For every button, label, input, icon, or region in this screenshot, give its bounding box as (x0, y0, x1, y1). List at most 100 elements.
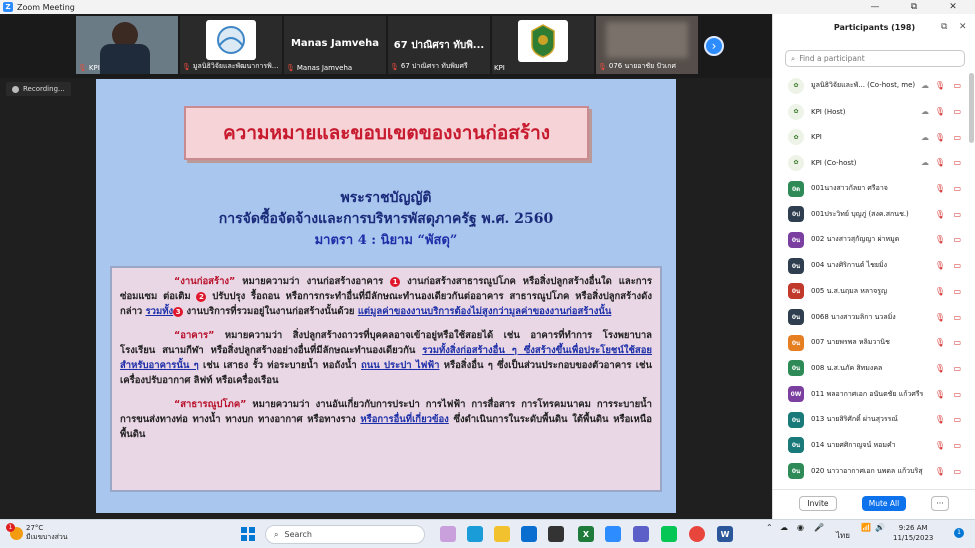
video-off-icon[interactable]: ▭ (953, 287, 961, 296)
participant-row[interactable]: 0น 013 นายสิริศักดิ์ ผ่านสุวรรณ์ 🎙 ▭ (773, 407, 969, 433)
participant-row[interactable]: ✿ KPI 🎙 ▭ ☁ (773, 124, 969, 150)
mic-muted-icon[interactable]: 🎙 (935, 415, 945, 424)
input-language[interactable]: ไทย (836, 529, 850, 542)
video-off-icon[interactable]: ▭ (953, 415, 961, 424)
teams-icon[interactable] (633, 526, 649, 542)
mic-muted-icon[interactable]: 🎙 (935, 261, 945, 270)
video-off-icon[interactable]: ▭ (953, 390, 961, 399)
weather-widget[interactable]: 1 27°C มีเมฆบางส่วน (6, 522, 68, 542)
popout-icon[interactable]: ⧉ (941, 22, 947, 32)
video-tile[interactable]: 67 ปาณิศรา ทับพิ... 🎙 67 ปาณิศรา ทับพิมศร… (388, 16, 490, 74)
word-icon[interactable]: W (717, 526, 733, 542)
windows-taskbar: 1 27°C มีเมฆบางส่วน ⌕ Search X W ⌃ ☁ ◉ 🎤… (0, 519, 975, 548)
mic-muted-icon[interactable]: 🎙 (935, 210, 945, 219)
mail-icon[interactable] (521, 526, 537, 542)
participant-row[interactable]: 0น 014 นายศศิกาญจน์ หอมคำ 🎙 ▭ (773, 433, 969, 459)
line-icon[interactable] (661, 526, 677, 542)
participant-row[interactable]: 0ด 001นางสาวกัลยา ศรีอาจ 🎙 ▭ (773, 176, 969, 202)
edge-browser-icon[interactable] (467, 526, 483, 542)
participant-row[interactable]: 0W 011 พลอากาศเอก อนันตชัย แก้วศรีราม 🎙 ▭ (773, 381, 969, 407)
video-off-icon[interactable]: ▭ (953, 133, 961, 142)
file-explorer-icon[interactable] (494, 526, 510, 542)
video-tile[interactable]: 🎙 KPI (76, 16, 178, 74)
tray-cloud-icon[interactable]: ☁ (780, 523, 788, 532)
video-off-icon[interactable]: ▭ (953, 364, 961, 373)
video-off-icon[interactable]: ▭ (953, 158, 961, 167)
video-off-icon[interactable]: ▭ (953, 467, 961, 476)
taskbar-clock[interactable]: 9:26 AM 11/15/2023 (893, 523, 933, 543)
excel-icon[interactable]: X (578, 526, 594, 542)
video-off-icon[interactable]: ▭ (953, 313, 961, 322)
invite-button[interactable]: Invite (799, 496, 837, 511)
video-off-icon[interactable]: ▭ (953, 210, 961, 219)
wifi-icon[interactable]: 📶 (861, 523, 871, 532)
maximize-button[interactable]: ⧉ (899, 0, 929, 14)
participant-row[interactable]: 0น 0068 นางสาวมลิกา นวลมิ่ง 🎙 ▭ (773, 304, 969, 330)
more-options-button[interactable]: ··· (931, 496, 949, 511)
participant-row[interactable]: 0น 020 นาวาอากาศเอก นพดล แก้วบริสุ... 🎙 ▭ (773, 458, 969, 484)
mic-muted-icon[interactable]: 🎙 (935, 184, 945, 193)
participant-row[interactable]: 0น 007 นายพรพล หลิมวานิช 🎙 ▭ (773, 330, 969, 356)
next-page-button[interactable]: › (704, 36, 724, 56)
participant-row[interactable]: ✿ KPI (Co-host) 🎙 ▭ ☁ (773, 150, 969, 176)
tray-mic-icon[interactable]: 🎤 (814, 523, 824, 532)
tray-chevron-up-icon[interactable]: ⌃ (766, 523, 773, 532)
shared-screen-slide: ความหมายและขอบเขตของงานก่อสร้าง พระราชบั… (96, 79, 676, 513)
close-panel-icon[interactable]: ✕ (959, 22, 967, 32)
video-off-icon[interactable]: ▭ (953, 338, 961, 347)
participant-row[interactable]: 0ป 001ประวิทย์ บุญภู่ (สงค.สกนช.) 🎙 ▭ (773, 201, 969, 227)
avatar: 0น (788, 231, 804, 248)
video-tile[interactable]: Manas Jamveha 🎙 Manas Jamveha (284, 16, 386, 74)
participant-search-input[interactable]: ⌕ Find a participant (785, 50, 965, 67)
recording-indicator[interactable]: Recording... (6, 82, 71, 96)
mic-muted-icon[interactable]: 🎙 (935, 287, 945, 296)
video-off-icon[interactable]: ▭ (953, 261, 961, 270)
video-tile[interactable]: 🎙 มูลนิธิวิจัยและพัฒนาการพิ... (180, 16, 282, 74)
zoom-taskbar-icon[interactable] (605, 526, 621, 542)
tray-meet-icon[interactable]: ◉ (797, 523, 804, 532)
search-icon: ⌕ (274, 529, 279, 539)
volume-icon[interactable]: 🔊 (875, 523, 885, 532)
mic-muted-icon[interactable]: 🎙 (935, 313, 945, 322)
taskbar-search-box[interactable]: ⌕ Search (265, 525, 425, 544)
chrome-icon[interactable] (689, 526, 705, 542)
video-off-icon[interactable]: ▭ (953, 107, 961, 116)
participant-row[interactable]: 0น 004 นางศิริกานต์ ไชยมิ่ง 🎙 ▭ (773, 253, 969, 279)
foundation-logo-icon (217, 26, 245, 54)
notifications-badge[interactable]: 1 (954, 528, 964, 538)
mic-muted-icon[interactable]: 🎙 (935, 390, 945, 399)
mic-muted-icon[interactable]: 🎙 (935, 235, 945, 244)
participant-row[interactable]: 0น 002 นางสาวสุกัญญา ผ่าหมูด 🎙 ▭ (773, 227, 969, 253)
video-off-icon[interactable]: ▭ (953, 81, 961, 90)
video-off-icon[interactable]: ▭ (953, 184, 961, 193)
org-avatar-icon: ✿ (788, 154, 804, 171)
video-tile[interactable]: 🎙 076 นายอาชัย ปัวเกศ (596, 16, 698, 74)
mic-muted-icon[interactable]: 🎙 (935, 158, 945, 167)
dell-icon[interactable] (548, 526, 564, 542)
mic-muted-icon[interactable]: 🎙 (935, 441, 945, 450)
participant-list-scrollbar[interactable] (969, 73, 974, 143)
mic-muted-icon[interactable]: 🎙 (935, 107, 945, 116)
participant-name: 002 นางสาวสุกัญญา ผ่าหมูด (811, 235, 900, 244)
mute-all-button[interactable]: Mute All (862, 496, 906, 511)
participant-row[interactable]: ✿ มูลนิธิวิจัยและพั... (Co-host, me) 🎙 ▭ ☁ (773, 73, 969, 99)
mic-muted-icon[interactable]: 🎙 (935, 338, 945, 347)
mic-muted-icon[interactable]: 🎙 (935, 81, 945, 90)
mic-muted-icon[interactable]: 🎙 (935, 364, 945, 373)
video-off-icon[interactable]: ▭ (953, 441, 961, 450)
mic-muted-icon: 🎙 (598, 62, 607, 71)
minimize-button[interactable]: — (860, 0, 890, 14)
avatar: 0ป (788, 206, 804, 223)
participant-row[interactable]: ✿ KPI (Host) 🎙 ▭ ☁ (773, 99, 969, 125)
search-icon: ⌕ (791, 53, 796, 63)
windows-start-icon[interactable] (240, 526, 256, 542)
close-button[interactable]: ✕ (938, 0, 968, 14)
mic-muted-icon[interactable]: 🎙 (935, 467, 945, 476)
mic-muted-icon[interactable]: 🎙 (935, 133, 945, 142)
participant-row[interactable]: 0น 008 น.ส.นภัค สิทมงคล 🎙 ▭ (773, 356, 969, 382)
video-off-icon[interactable]: ▭ (953, 235, 961, 244)
chat-icon[interactable] (440, 526, 456, 542)
participant-row[interactable]: 0น 005 น.ส.นฤมล หลาจรูญ 🎙 ▭ (773, 279, 969, 305)
number-badge: 2 (196, 291, 207, 302)
video-tile[interactable]: KPI (492, 16, 594, 74)
